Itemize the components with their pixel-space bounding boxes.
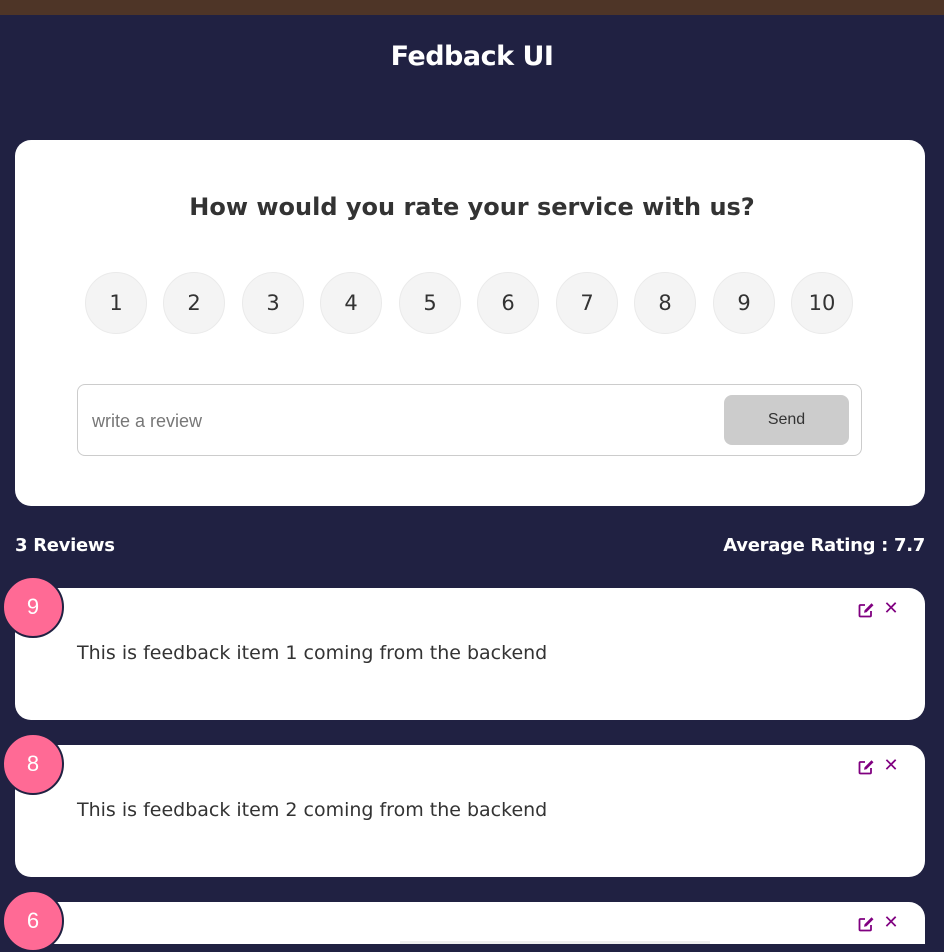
feedback-text: This is feedback item 1 coming from the …	[77, 642, 548, 664]
top-bar	[0, 0, 944, 15]
rating-option-3[interactable]: 3	[242, 272, 304, 334]
rating-badge: 8	[2, 733, 64, 795]
rating-option-2[interactable]: 2	[163, 272, 225, 334]
review-input[interactable]	[90, 405, 714, 437]
rating-question: How would you rate your service with us?	[189, 193, 755, 221]
close-icon: ✕	[883, 912, 899, 933]
send-button[interactable]: Send	[724, 395, 849, 445]
feedback-item: This is feedback item 2 coming from the …	[15, 745, 925, 877]
rating-option-9[interactable]: 9	[713, 272, 775, 334]
rating-option-5[interactable]: 5	[399, 272, 461, 334]
rating-option-8[interactable]: 8	[634, 272, 696, 334]
rating-option-1[interactable]: 1	[85, 272, 147, 334]
review-input-group: Send	[77, 384, 862, 456]
rating-badge: 9	[2, 576, 64, 638]
rating-option-6[interactable]: 6	[477, 272, 539, 334]
close-icon: ✕	[883, 755, 899, 776]
review-count: 3 Reviews	[15, 535, 115, 556]
close-button[interactable]: ✕	[881, 599, 901, 619]
rating-option-7[interactable]: 7	[556, 272, 618, 334]
close-icon: ✕	[883, 598, 899, 619]
average-rating: Average Rating : 7.7	[723, 535, 925, 556]
rating-option-10[interactable]: 10	[791, 272, 853, 334]
edit-icon	[858, 917, 873, 932]
edit-icon	[858, 603, 873, 618]
app-title: Fedback UI	[390, 41, 554, 72]
rating-option-4[interactable]: 4	[320, 272, 382, 334]
edit-button[interactable]	[856, 914, 876, 934]
rating-badge: 6	[2, 890, 64, 952]
feedback-item: ✕	[15, 902, 925, 944]
edit-button[interactable]	[856, 757, 876, 777]
feedback-text: This is feedback item 2 coming from the …	[77, 799, 548, 821]
edit-button[interactable]	[856, 600, 876, 620]
feedback-item: This is feedback item 1 coming from the …	[15, 588, 925, 720]
app-header: Fedback UI	[0, 15, 944, 110]
close-button[interactable]: ✕	[881, 913, 901, 933]
close-button[interactable]: ✕	[881, 756, 901, 776]
edit-icon	[858, 760, 873, 775]
